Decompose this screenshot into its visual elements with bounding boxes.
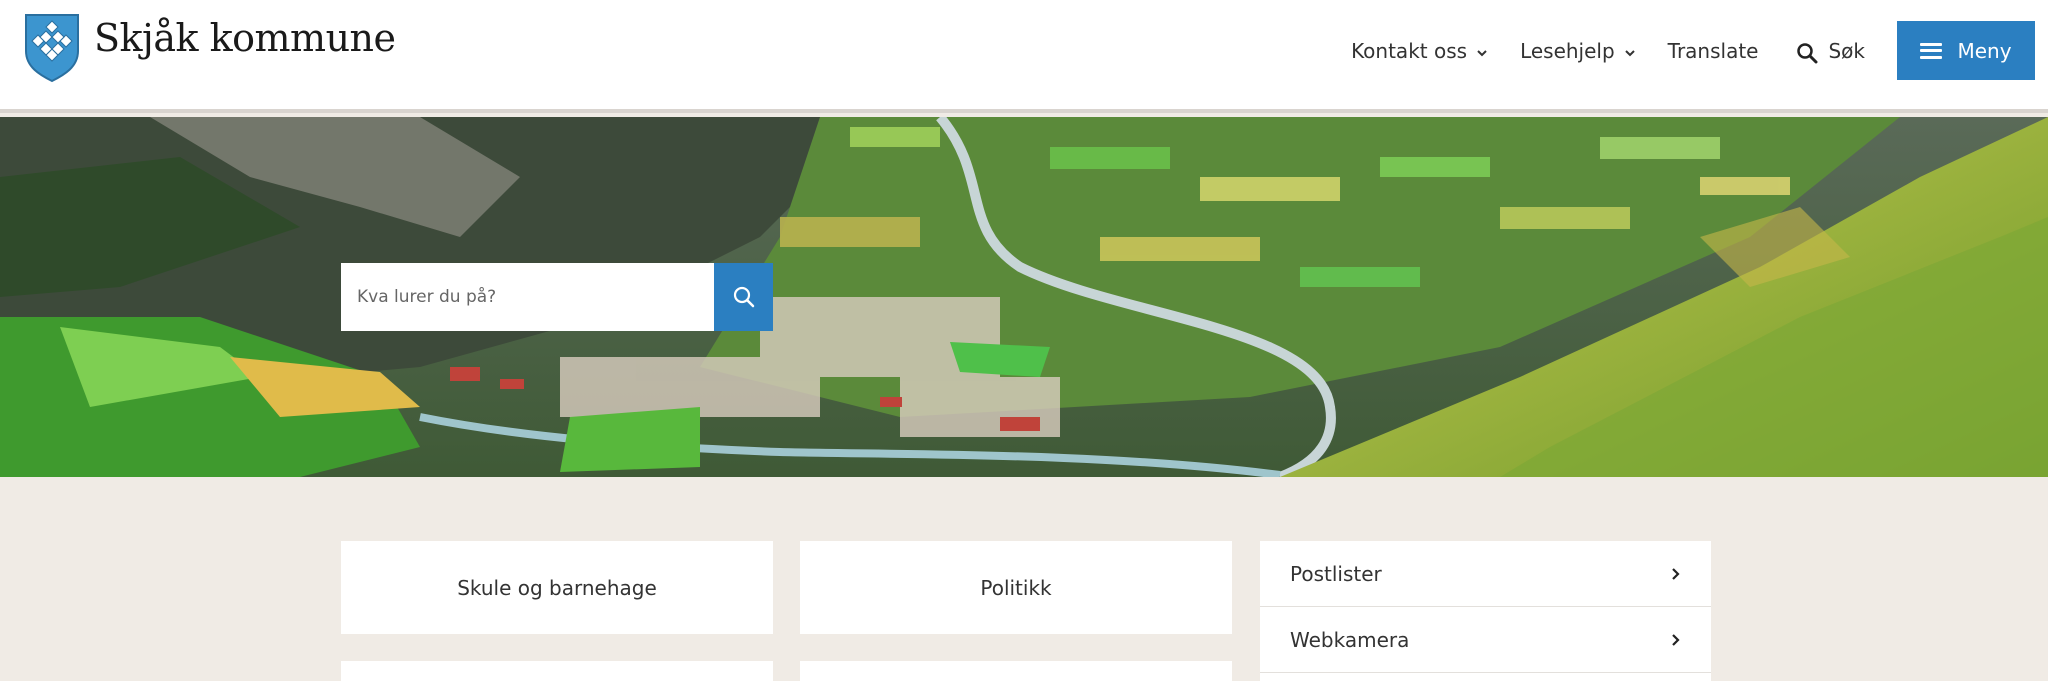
chevron-right-icon — [1672, 633, 1680, 646]
site-name: Skjåk kommune — [94, 16, 396, 60]
nav-reading-help[interactable]: Lesehjelp — [1520, 39, 1637, 63]
coat-of-arms-icon — [25, 14, 79, 83]
site-header: Skjåk kommune Kontakt oss Lesehjelp Tran… — [0, 0, 2048, 113]
tile-school-kindergarten[interactable]: Skule og barnehage — [341, 541, 773, 634]
tile-partial[interactable] — [341, 661, 773, 681]
menu-button[interactable]: Meny — [1897, 21, 2035, 80]
search-icon — [1797, 42, 1818, 63]
tile-partial[interactable] — [800, 661, 1232, 681]
nav-translate[interactable]: Translate — [1668, 39, 1759, 63]
quick-link-partial[interactable] — [1260, 673, 1711, 681]
search-icon — [733, 286, 754, 308]
chevron-down-icon — [1477, 49, 1487, 56]
tile-label: Politikk — [980, 575, 1052, 600]
tile-label: Skule og barnehage — [457, 575, 657, 600]
nav-search[interactable]: Søk — [1796, 38, 1865, 64]
hero-search-input[interactable] — [341, 263, 714, 331]
chevron-right-icon — [1672, 567, 1680, 580]
site-logo[interactable]: Skjåk kommune — [24, 13, 396, 83]
chevron-down-icon — [1624, 49, 1635, 56]
top-nav: Kontakt oss Lesehjelp Translate Søk Meny — [1351, 0, 2048, 101]
tile-politics[interactable]: Politikk — [800, 541, 1232, 634]
quick-link-webkamera[interactable]: Webkamera — [1260, 607, 1711, 673]
hero-banner — [0, 117, 2048, 477]
nav-contact-label: Kontakt oss — [1351, 38, 1468, 63]
quick-links-list: Postlister Webkamera — [1260, 541, 1711, 681]
hero-search-button[interactable] — [714, 263, 773, 331]
quick-link-postlister[interactable]: Postlister — [1260, 541, 1711, 607]
quick-link-label: Webkamera — [1290, 627, 1410, 652]
nav-contact[interactable]: Kontakt oss — [1351, 39, 1489, 63]
valley-landscape-image — [0, 117, 2048, 477]
hamburger-icon — [1920, 42, 1943, 59]
nav-translate-label: Translate — [1667, 38, 1759, 63]
nav-reading-help-label: Lesehjelp — [1520, 38, 1615, 63]
nav-search-label: Søk — [1828, 38, 1865, 63]
quick-link-label: Postlister — [1290, 561, 1382, 586]
menu-button-label: Meny — [1957, 38, 2012, 63]
hero-search — [341, 263, 773, 331]
